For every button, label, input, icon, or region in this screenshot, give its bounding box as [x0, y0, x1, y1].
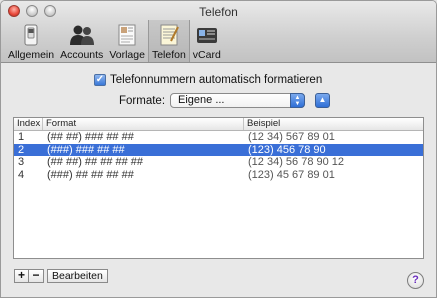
toolbar-label: Accounts [60, 49, 104, 61]
cell-example: (123) 456 78 90 [248, 143, 326, 156]
add-button[interactable]: + [14, 269, 29, 283]
help-icon: ? [412, 274, 419, 286]
cell-index: 3 [18, 156, 25, 168]
toolbar-item-accounts[interactable]: Accounts [57, 20, 106, 62]
auto-format-label[interactable]: Telefonnummern automatisch formatieren [110, 74, 322, 86]
toolbar-item-vcard[interactable]: vCard [190, 20, 224, 62]
cell-format: (###) ### ## ## [47, 143, 125, 156]
window-title: Telefon [199, 5, 238, 19]
edit-button[interactable]: Bearbeiten [47, 269, 108, 283]
cell-index: 1 [18, 131, 25, 143]
cell-index: 4 [18, 168, 25, 181]
cell-example: (123) 45 67 89 01 [248, 168, 335, 181]
toolbar-label: Telefon [151, 49, 186, 61]
toolbar-item-telefon[interactable]: Telefon [147, 20, 190, 62]
toolbar-label: vCard [192, 49, 221, 61]
auto-format-checkbox[interactable]: ✓ [94, 74, 106, 86]
chevron-updown-icon: ▲ ▼ [290, 93, 306, 108]
table-row[interactable]: 4 (###) ## ## ## ## (123) 45 67 89 01 [14, 169, 423, 182]
formats-label: Formate: [119, 94, 166, 107]
telefon-pane: ✓ Telefonnummern automatisch formatieren… [1, 64, 436, 297]
cell-format: (## ##) ## ## ## ## [47, 156, 144, 168]
cell-format: (###) ## ## ## ## [47, 168, 134, 181]
cell-example: (12 34) 567 89 01 [248, 131, 335, 143]
toolbar: Allgemein Accounts Vorlage Telefon vCard [5, 20, 224, 62]
column-header-index[interactable]: Index [14, 118, 43, 130]
table-row-selected[interactable]: 2 (###) ### ## ## (123) 456 78 90 [14, 143, 423, 156]
formats-row: Formate: Eigene ... ▲ ▼ ▲ [119, 93, 331, 108]
toolbar-label: Allgemein [8, 49, 55, 61]
formats-popup-value: Eigene ... [178, 94, 225, 106]
column-header-example[interactable]: Beispiel [244, 118, 423, 130]
table-header: Index Format Beispiel [14, 118, 423, 131]
cell-format: (## ##) ### ## ## [47, 131, 134, 143]
people-icon [68, 22, 96, 48]
preferences-window: Telefon Allgemein Accounts Vorlage Telef… [0, 0, 437, 298]
column-header-format[interactable]: Format [43, 118, 244, 130]
formats-popup[interactable]: Eigene ... ▲ ▼ [170, 93, 306, 108]
help-button[interactable]: ? [407, 272, 424, 289]
toolbar-item-vorlage[interactable]: Vorlage [106, 20, 148, 62]
triangle-up-icon: ▲ [318, 95, 327, 104]
auto-format-row[interactable]: ✓ Telefonnummern automatisch formatieren [94, 74, 322, 86]
cell-index: 2 [18, 143, 25, 156]
formats-table[interactable]: Index Format Beispiel 1 (## ##) ### ## #… [13, 117, 424, 259]
phone-list-icon [155, 22, 183, 48]
remove-button[interactable]: − [29, 269, 44, 283]
table-controls: + − Bearbeiten [14, 269, 108, 283]
title-toolbar: Telefon Allgemein Accounts Vorlage Telef… [1, 1, 436, 63]
cell-example: (12 34) 56 78 90 12 [248, 156, 345, 168]
table-row[interactable]: 1 (## ##) ### ## ## (12 34) 567 89 01 [14, 131, 423, 144]
vcard-icon [193, 22, 221, 48]
toolbar-label: Vorlage [109, 49, 145, 61]
toolbar-item-allgemein[interactable]: Allgemein [5, 20, 57, 62]
collapse-button[interactable]: ▲ [315, 93, 331, 108]
card-template-icon [113, 22, 141, 48]
switch-icon [17, 22, 45, 48]
table-row[interactable]: 3 (## ##) ## ## ## ## (12 34) 56 78 90 1… [14, 156, 423, 169]
